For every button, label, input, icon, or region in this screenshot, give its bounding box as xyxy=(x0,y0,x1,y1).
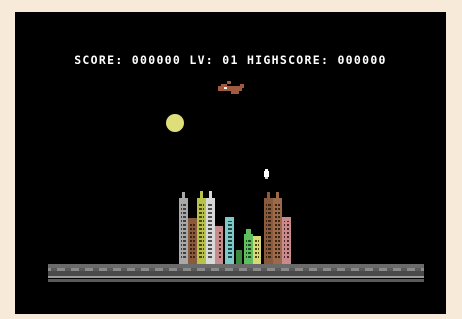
road xyxy=(48,264,424,282)
building xyxy=(225,217,234,264)
city-skyline xyxy=(179,191,291,264)
building xyxy=(215,226,223,264)
moon-icon xyxy=(166,114,184,132)
bomber-plane-icon xyxy=(218,81,244,94)
building xyxy=(244,229,253,264)
game-screen[interactable]: SCORE: 000000 LV: 01 HIGHSCORE: 000000 xyxy=(15,12,446,314)
game-scene xyxy=(48,81,424,282)
building xyxy=(273,192,282,264)
building xyxy=(236,250,242,264)
building xyxy=(188,218,197,264)
building xyxy=(282,217,291,264)
building xyxy=(264,192,273,264)
building xyxy=(206,191,215,264)
screen-border: SCORE: 000000 LV: 01 HIGHSCORE: 000000 xyxy=(0,0,462,319)
building xyxy=(179,192,188,264)
building xyxy=(253,236,261,264)
building xyxy=(197,191,206,264)
bomb-icon xyxy=(264,169,269,179)
